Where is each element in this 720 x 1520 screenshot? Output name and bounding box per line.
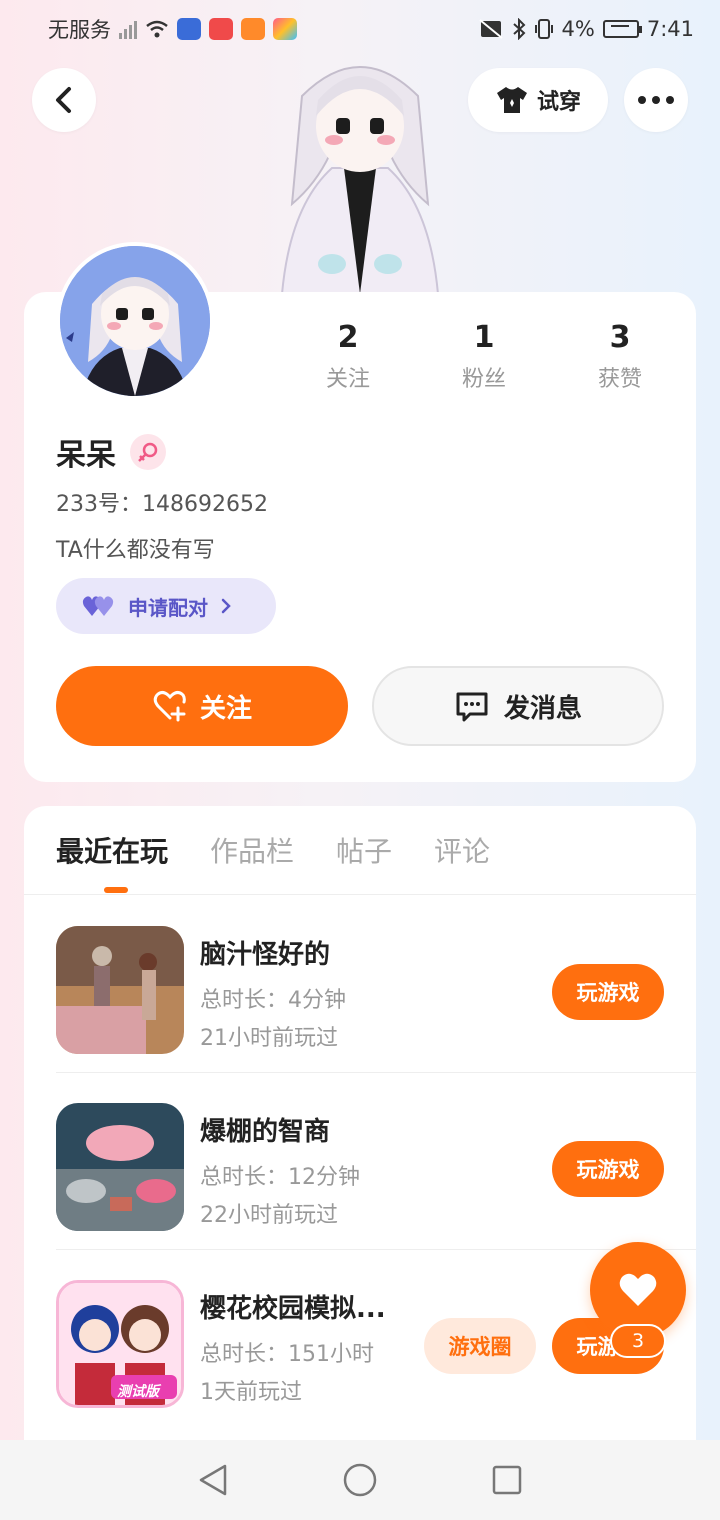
game-icon [56,1103,184,1231]
stat-fans[interactable]: 1 粉丝 [434,320,534,393]
game-notification-icon [273,18,297,40]
stat-likes[interactable]: 3 获赞 [570,320,670,393]
game-title: 脑汁怪好的 [200,940,331,970]
game-title: 爆棚的智商 [200,1117,331,1147]
bluetooth-icon [512,18,525,40]
system-nav-bar [0,1440,720,1520]
game-list-item[interactable]: 爆棚的智商 总时长：12分钟 22小时前玩过 玩游戏 [56,1073,696,1250]
tshirt-icon [496,87,527,113]
signal-icon [119,19,137,39]
play-game-button[interactable]: 玩游戏 [552,964,664,1020]
tab-comments[interactable]: 评论 [434,830,490,870]
more-dots-icon [638,96,674,104]
message-bubble-icon [456,692,488,722]
female-icon [130,434,166,470]
character-avatar-icon [280,66,440,294]
tab-posts[interactable]: 帖子 [336,830,392,870]
status-right: 4% 7:41 [478,17,694,41]
tabs-divider [24,894,696,895]
content-tabs: 最近在玩 作品栏 帖子 评论 [56,830,490,870]
game-last-played: 21小时前玩过 [200,1026,338,1051]
heart-icon [619,1273,657,1306]
avatar-image-icon [60,246,210,396]
no-sim-icon [478,19,503,39]
apply-pair-button[interactable]: 申请配对 [56,578,276,634]
apply-pair-label: 申请配对 [128,595,208,620]
square-recents-icon [492,1465,521,1495]
send-message-button[interactable]: 发消息 [372,666,664,746]
play-game-button[interactable]: 玩游戏 [552,1141,664,1197]
carrier-text: 无服务 [48,18,111,42]
nav-home-button[interactable] [336,1456,384,1504]
more-button[interactable] [624,68,688,132]
status-left: 无服务 [48,14,297,44]
vibrate-icon [534,19,553,39]
tab-works[interactable]: 作品栏 [210,830,294,870]
chevron-left-icon [56,87,71,113]
game-title: 樱花校园模拟... [200,1294,386,1324]
stat-following-label: 关注 [325,367,370,392]
user-id: 233号：148692652 [56,492,268,517]
game-icon: 测试版 [56,1280,184,1408]
tab-recently-played[interactable]: 最近在玩 [56,830,168,870]
follow-label: 关注 [199,693,252,724]
game-duration: 总时长：12分钟 [200,1165,360,1190]
follow-button[interactable]: 关注 [56,666,348,746]
send-message-label: 发消息 [503,693,582,724]
like-count-badge: 3 [610,1324,666,1358]
stat-fans-label: 粉丝 [461,367,506,392]
name-row: 呆呆 [56,430,166,474]
game-duration: 总时长：151小时 [200,1342,374,1367]
user-name: 呆呆 [56,438,116,473]
battery-icon [602,20,642,38]
game-circle-button[interactable]: 游戏圈 [424,1318,536,1374]
clock: 7:41 [646,17,694,41]
test-version-badge: 测试版 [117,1384,159,1400]
stat-likes-count: 3 [609,320,631,355]
game-last-played: 22小时前玩过 [200,1203,338,1228]
game-icon [56,926,184,1054]
triangle-back-icon [200,1464,227,1496]
avatar[interactable] [56,242,214,400]
game-last-played: 1天前玩过 [200,1380,302,1405]
heart-plus-icon [153,691,186,722]
back-button[interactable] [32,68,96,132]
video-notification-icon [241,18,265,40]
tab-indicator [104,887,128,893]
user-bio: TA什么都没有写 [56,538,215,563]
game-duration: 总时长：4分钟 [200,988,346,1013]
chevron-right-icon [221,598,231,614]
nav-recents-button[interactable] [483,1456,531,1504]
nav-back-button[interactable] [189,1456,237,1504]
toutiao-notification-icon [209,18,233,40]
try-on-button[interactable]: 试穿 [468,68,608,132]
stat-fans-count: 1 [473,320,495,355]
status-bar: 无服务 4% 7:41 [0,0,720,58]
circle-home-icon [343,1463,377,1497]
app-notification-icon [177,18,201,40]
try-on-label: 试穿 [536,90,581,115]
wifi-icon [146,20,168,38]
battery-percent: 4% [561,17,595,41]
stat-following-count: 2 [337,320,359,355]
game-list-item[interactable]: 脑汁怪好的 总时长：4分钟 21小时前玩过 玩游戏 [56,896,696,1073]
hearts-icon [82,596,114,616]
stat-following[interactable]: 2 关注 [298,320,398,393]
stat-likes-label: 获赞 [597,367,642,392]
